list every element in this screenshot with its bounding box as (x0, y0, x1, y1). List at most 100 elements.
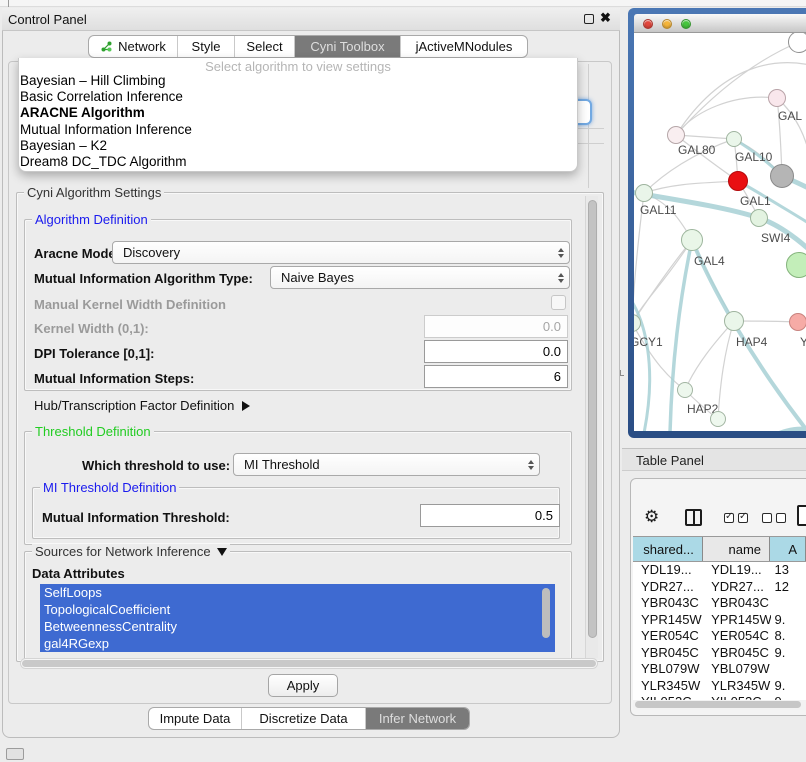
network-node[interactable] (710, 411, 726, 427)
dpi-tolerance-field[interactable]: 0.0 (424, 340, 568, 363)
zoom-traffic-light-icon[interactable] (681, 19, 691, 29)
mi-threshold-label: Mutual Information Threshold: (42, 510, 230, 525)
network-node[interactable] (635, 184, 653, 202)
table-row[interactable]: YDR27...YDR27...12 (633, 579, 806, 596)
network-node[interactable] (750, 209, 768, 227)
table-cell (771, 595, 806, 612)
network-node[interactable] (789, 313, 806, 331)
network-node[interactable] (681, 229, 703, 251)
tab-cyni-toolbox-label: Cyni Toolbox (310, 39, 384, 54)
network-node[interactable] (728, 171, 748, 191)
table-column-header[interactable]: name (703, 537, 770, 561)
attribute-item[interactable]: TopologicalCoefficient (40, 601, 555, 618)
tab-cyni-toolbox[interactable]: Cyni Toolbox (295, 36, 401, 57)
dpi-tolerance-label: DPI Tolerance [0,1]: (34, 346, 154, 361)
which-threshold-label: Which threshold to use: (82, 458, 230, 473)
attribute-item[interactable]: gal4RGexp (40, 635, 555, 652)
tab-select[interactable]: Select (235, 36, 295, 57)
kernel-width-field[interactable]: 0.0 (424, 315, 568, 338)
network-node[interactable] (724, 311, 744, 331)
tab-discretize-data[interactable]: Discretize Data (242, 708, 366, 729)
which-threshold-combo[interactable]: MI Threshold (233, 453, 540, 476)
table-row[interactable]: YPR145WYPR145W9. (633, 612, 806, 629)
float-window-icon[interactable] (584, 14, 594, 24)
network-node[interactable] (770, 164, 794, 188)
checked-box-icon[interactable] (724, 513, 734, 523)
network-node[interactable] (786, 252, 806, 278)
node-table: shared...nameA YDL19...YDL19...13YDR27..… (633, 536, 806, 700)
tab-network[interactable]: Network (89, 36, 178, 57)
unchecked-box-icon[interactable] (762, 513, 772, 523)
tab-impute-data[interactable]: Impute Data (149, 708, 242, 729)
table-cell: YER054C (703, 628, 770, 645)
attributes-scrollbar[interactable] (541, 586, 551, 648)
hub-transcription-factor-label: Hub/Transcription Factor Definition (34, 398, 234, 413)
table-row[interactable]: YBR045CYBR045C9. (633, 645, 806, 662)
minimize-traffic-light-icon[interactable] (662, 19, 672, 29)
algorithm-option[interactable]: Mutual Information Inference (19, 122, 577, 138)
hidden-group-border (578, 128, 604, 129)
settings-horizontal-scrollbar[interactable] (20, 658, 598, 669)
network-canvas[interactable]: GALGAL80GAL10GAL1GAL11SWI4GAL4GCY1HAP4YH… (634, 33, 806, 431)
aracne-mode-label: Aracne Mode: (34, 246, 120, 261)
apply-button[interactable]: Apply (268, 674, 338, 697)
bottom-tabs: Impute Data Discretize Data Infer Networ… (148, 707, 470, 730)
close-traffic-light-icon[interactable] (643, 19, 653, 29)
attribute-item[interactable]: SelfLoops (40, 584, 555, 601)
network-node[interactable] (788, 33, 806, 53)
tab-style[interactable]: Style (178, 36, 235, 57)
gear-icon[interactable]: ⚙ (644, 507, 659, 527)
network-node[interactable] (677, 382, 693, 398)
mi-algorithm-type-combo[interactable]: Naive Bayes (270, 266, 570, 289)
mi-threshold-field[interactable]: 0.5 (420, 504, 560, 527)
table-column-header[interactable]: shared... (633, 537, 703, 561)
mi-steps-field[interactable]: 6 (424, 365, 568, 388)
network-node[interactable] (768, 89, 786, 107)
tab-impute-data-label: Impute Data (160, 711, 231, 726)
network-node-label: GAL10 (735, 150, 772, 164)
settings-scrollbar[interactable] (585, 196, 598, 658)
table-horizontal-scrollbar[interactable] (633, 700, 806, 710)
tab-jactivemnodules[interactable]: jActiveMNodules (401, 36, 527, 57)
data-attributes-label: Data Attributes (32, 566, 125, 581)
network-icon (100, 40, 113, 53)
mi-algorithm-type-value: Naive Bayes (271, 270, 553, 285)
checked-box-icon[interactable] (738, 513, 748, 523)
tab-discretize-data-label: Discretize Data (259, 711, 347, 726)
table-row[interactable]: YER054CYER054C8. (633, 628, 806, 645)
which-threshold-value: MI Threshold (234, 457, 523, 472)
document-icon[interactable] (797, 505, 806, 526)
columns-icon[interactable] (685, 509, 702, 526)
table-cell: YDR27... (633, 579, 703, 596)
aracne-mode-value: Discovery (113, 245, 553, 260)
network-node[interactable] (726, 131, 742, 147)
minimized-panel-chip[interactable] (6, 748, 24, 760)
table-cell: 9. (771, 678, 806, 695)
hub-transcription-factor-expander[interactable]: Hub/Transcription Factor Definition (34, 398, 250, 413)
table-row[interactable]: YDL19...YDL19...13 (633, 562, 806, 579)
attribute-item[interactable]: BetweennessCentrality (40, 618, 555, 635)
tab-infer-network[interactable]: Infer Network (366, 708, 469, 729)
data-attributes-list: SelfLoopsTopologicalCoefficientBetweenne… (40, 584, 555, 652)
close-icon[interactable]: ✖ (600, 10, 611, 26)
panel-divider-handle[interactable] (620, 370, 624, 376)
algorithm-option[interactable]: ARACNE Algorithm (19, 105, 577, 121)
algorithm-option[interactable]: Basic Correlation Inference (19, 89, 577, 105)
table-cell: YPR145W (703, 612, 770, 629)
algorithm-option[interactable]: Dream8 DC_TDC Algorithm (19, 154, 577, 170)
table-row[interactable]: YLR345WYLR345W9. (633, 678, 806, 695)
aracne-mode-combo[interactable]: Discovery (112, 241, 570, 264)
threshold-definition-title: Threshold Definition (32, 424, 154, 439)
unchecked-box-icon[interactable] (776, 513, 786, 523)
tab-style-label: Style (192, 39, 221, 54)
table-cell: YDR27... (703, 579, 770, 596)
algorithm-option[interactable]: Bayesian – K2 (19, 138, 577, 154)
network-node-label: GAL11 (640, 203, 676, 217)
manual-kernel-width-checkbox[interactable] (551, 295, 566, 310)
table-column-header[interactable]: A (770, 537, 806, 561)
table-row[interactable]: YBR043CYBR043C (633, 595, 806, 612)
network-node[interactable] (667, 126, 685, 144)
table-row[interactable]: YBL079WYBL079W (633, 661, 806, 678)
algorithm-option[interactable]: Bayesian – Hill Climbing (19, 73, 577, 89)
sources-expander[interactable]: Sources for Network Inference (32, 544, 230, 559)
